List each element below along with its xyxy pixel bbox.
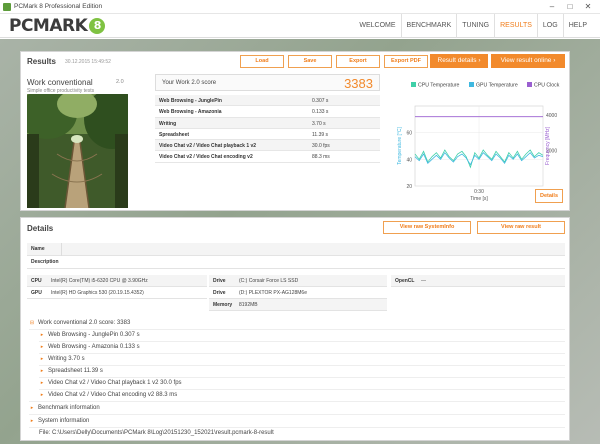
y-axis-label: Temperature [°C] xyxy=(397,126,403,164)
tree-item-web-amazonia[interactable]: ▸ Web Browsing - Amazonia 0.133 s xyxy=(39,341,140,353)
tree-item-writing[interactable]: ▸ Writing 3.70 s xyxy=(39,353,85,365)
app-header: PCMARK 8 WELCOME BENCHMARK TUNING RESULTS… xyxy=(0,14,600,38)
test-thumbnail-image xyxy=(27,94,128,208)
results-title: Results xyxy=(27,57,56,66)
score-box: Your Work 2.0 score 3383 xyxy=(155,74,380,91)
legend-swatch xyxy=(469,82,474,87)
expand-icon[interactable]: ▸ xyxy=(29,405,35,411)
drive-d-row: Drive (D:) PLEXTOR PX-AG128M6e xyxy=(209,287,387,299)
nav-welcome[interactable]: WELCOME xyxy=(354,14,400,38)
details-panel: Details View raw SystemInfo View raw res… xyxy=(20,217,570,441)
maximize-icon[interactable]: □ xyxy=(562,1,578,12)
legend-label: CPU Temperature xyxy=(418,83,460,89)
score-label: Your Work 2.0 score xyxy=(162,80,217,86)
nav-benchmark[interactable]: BENCHMARK xyxy=(400,14,457,38)
window-title: PCMark 8 Professional Edition xyxy=(14,3,103,10)
results-date: 30.12.2015 15:49:52 xyxy=(65,59,111,65)
x-axis-label: Time [s] xyxy=(470,196,488,202)
expand-icon[interactable]: ▸ xyxy=(39,356,45,362)
view-raw-result-button[interactable]: View raw result xyxy=(477,221,565,234)
save-button[interactable]: Save xyxy=(288,55,332,68)
legend-swatch xyxy=(411,82,416,87)
cpu-row: CPU Intel(R) Core(TM) i5-6320 CPU @ 3.90G… xyxy=(27,275,207,287)
details-title: Details xyxy=(27,224,54,233)
expand-icon[interactable]: ▸ xyxy=(39,380,45,386)
result-file-path: File: C:\Users\Delly\Documents\PCMark 8\… xyxy=(39,430,274,436)
legend-label: GPU Temperature xyxy=(476,83,518,89)
results-panel: Results 30.12.2015 15:49:52 Load Save Ex… xyxy=(20,51,570,211)
y2-tick-label: 4000 xyxy=(546,113,557,119)
collapse-icon[interactable]: ⊟ xyxy=(29,320,35,326)
nav-results[interactable]: RESULTS xyxy=(494,14,537,38)
y2-axis-label: Frequency [MHz] xyxy=(545,126,551,165)
result-details-button[interactable]: Result details › xyxy=(430,54,488,68)
name-row: Name xyxy=(27,243,565,256)
nav-log[interactable]: LOG xyxy=(536,14,563,38)
y-tick-label: 40 xyxy=(406,157,412,163)
tree-item-score[interactable]: ⊟ Work conventional 2.0 score: 3383 xyxy=(29,317,130,329)
table-row: Spreadsheet 11.39 s xyxy=(155,128,380,141)
minimize-icon[interactable]: – xyxy=(544,1,560,12)
opencl-row: OpenCL — xyxy=(391,275,565,287)
view-raw-systeminfo-button[interactable]: View raw SystemInfo xyxy=(383,221,471,234)
table-row: Web Browsing - JunglePin 0.307 s xyxy=(155,95,380,107)
tree-item-spreadsheet[interactable]: ▸ Spreadsheet 11.39 s xyxy=(39,365,103,377)
pcmark-logo: PCMARK 8 xyxy=(9,17,106,35)
app-icon xyxy=(3,3,11,11)
expand-icon[interactable]: ▸ xyxy=(39,368,45,374)
expand-icon[interactable]: ▸ xyxy=(29,418,35,424)
test-name: Work conventional xyxy=(27,78,93,87)
y-tick-label: 20 xyxy=(406,184,412,190)
export-button[interactable]: Export xyxy=(336,55,380,68)
expand-icon[interactable]: ▸ xyxy=(39,332,45,338)
close-icon[interactable]: ✕ xyxy=(580,1,596,12)
table-row: Video Chat v2 / Video Chat encoding v2 88… xyxy=(155,151,380,163)
table-row: Video Chat v2 / Video Chat playback 1 v2… xyxy=(155,140,380,152)
chart-details-button[interactable]: Details xyxy=(535,189,563,203)
load-button[interactable]: Load xyxy=(240,55,284,68)
subtest-table: Web Browsing - JunglePin 0.307 s Web Brow… xyxy=(155,95,380,163)
test-version: 2.0 xyxy=(116,79,124,85)
table-row: Web Browsing - Amazonia 0.133 s xyxy=(155,106,380,118)
tree-item-system-info[interactable]: ▸ System information xyxy=(29,415,90,427)
tree-item-video-encoding[interactable]: ▸ Video Chat v2 / Video Chat encoding v2 … xyxy=(39,389,177,401)
view-result-online-button[interactable]: View result online › xyxy=(491,54,565,68)
nav-help[interactable]: HELP xyxy=(562,14,592,38)
monitoring-chart: CPU Temperature GPU Temperature CPU Clock 2… xyxy=(397,82,560,202)
expand-icon[interactable]: ▸ xyxy=(39,392,45,398)
tree-item-video-playback[interactable]: ▸ Video Chat v2 / Video Chat playback 1 v… xyxy=(39,377,182,389)
description-row: Description xyxy=(27,256,565,269)
main-nav: WELCOME BENCHMARK TUNING RESULTS LOG HEL… xyxy=(354,14,592,38)
memory-row: Memory 8192MB xyxy=(209,299,387,311)
window-title-bar: PCMark 8 Professional Edition – □ ✕ xyxy=(0,0,600,14)
y-tick-label: 60 xyxy=(406,131,412,137)
legend-swatch xyxy=(527,82,532,87)
expand-icon[interactable]: ▸ xyxy=(39,344,45,350)
table-row: Writing 3.70 s xyxy=(155,117,380,129)
export-pdf-button[interactable]: Export PDF xyxy=(384,55,428,68)
gpu-row: GPU Intel(R) HD Graphics 530 (20.19.15.43… xyxy=(27,287,207,299)
legend-label: CPU Clock xyxy=(534,83,560,89)
nav-tuning[interactable]: TUNING xyxy=(456,14,494,38)
tree-item-web-junglepin[interactable]: ▸ Web Browsing - JunglePin 0.307 s xyxy=(39,329,140,341)
drive-c-row: Drive (C:) Corsair Force LS SSD xyxy=(209,275,387,287)
tree-item-benchmark-info[interactable]: ▸ Benchmark information xyxy=(29,402,100,414)
score-value: 3383 xyxy=(344,76,373,91)
x-tick-label: 0:30 xyxy=(474,189,484,195)
